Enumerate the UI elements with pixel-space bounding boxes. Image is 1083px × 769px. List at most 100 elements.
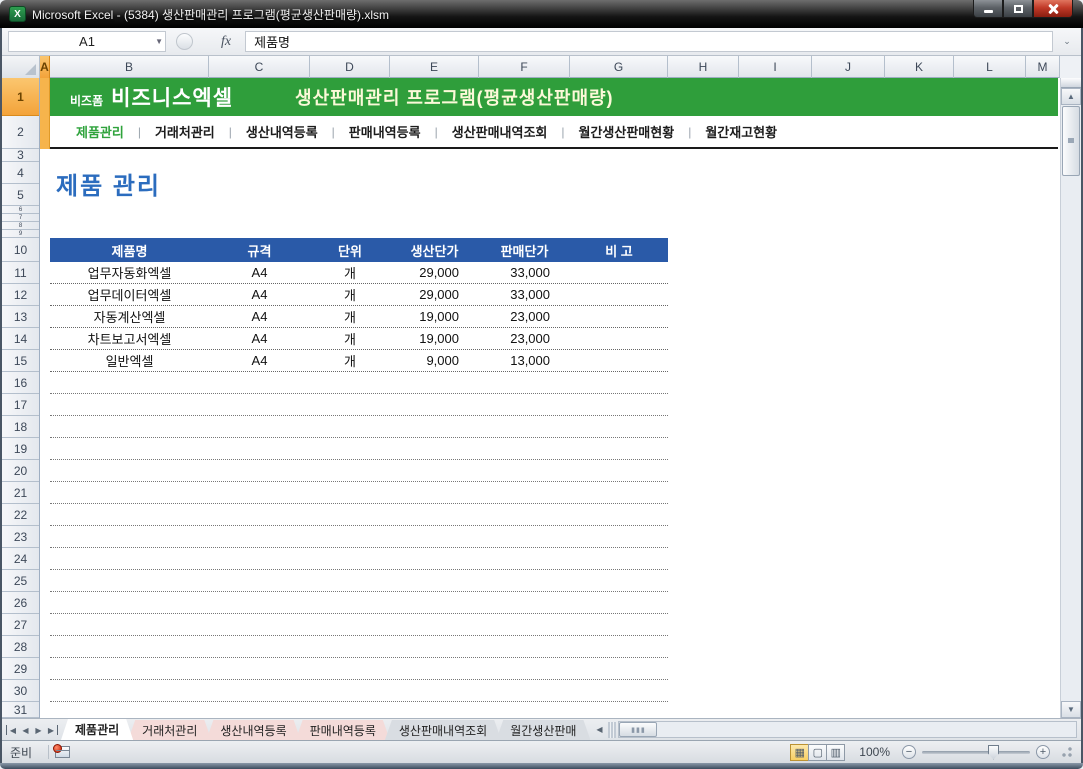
menu-item-3[interactable]: 생산내역등록 xyxy=(232,122,332,141)
table-cell[interactable]: 23,000 xyxy=(479,306,570,327)
table-cell[interactable]: A4 xyxy=(209,262,310,283)
menu-item-7[interactable]: 월간재고현황 xyxy=(691,122,791,141)
minimize-button[interactable] xyxy=(973,0,1003,18)
prev-sheet-icon[interactable]: ◀ xyxy=(19,725,32,735)
row-header-4[interactable]: 4 xyxy=(2,162,39,184)
restore-button[interactable] xyxy=(1003,0,1033,18)
row-header-15[interactable]: 15 xyxy=(2,350,39,372)
table-cell[interactable]: 9,000 xyxy=(390,350,479,371)
table-row-1[interactable]: 업무자동화엑셀A4개29,00033,000 xyxy=(50,262,668,284)
table-cell[interactable]: 33,000 xyxy=(479,284,570,305)
table-cell[interactable]: 일반엑셀 xyxy=(50,350,209,371)
zoom-slider-track[interactable] xyxy=(922,751,1030,754)
worksheet-grid[interactable]: 1234567891011121314151617181920212223242… xyxy=(2,78,1060,718)
menu-item-5[interactable]: 생산판매내역조회 xyxy=(438,122,562,141)
row-header-6[interactable]: 6 xyxy=(2,206,39,214)
table-cell[interactable]: 개 xyxy=(310,328,390,349)
vertical-scrollbar[interactable]: ▲ ▼ xyxy=(1060,78,1081,718)
empty-row[interactable] xyxy=(50,592,668,614)
column-a-accent[interactable] xyxy=(40,78,50,149)
first-sheet-icon[interactable]: ◀ xyxy=(6,725,19,735)
page-break-view-button[interactable]: ▥ xyxy=(826,744,845,761)
empty-row[interactable] xyxy=(50,416,668,438)
last-sheet-icon[interactable]: ▶ xyxy=(45,725,58,735)
column-header-K[interactable]: K xyxy=(885,56,954,78)
column-header-L[interactable]: L xyxy=(954,56,1026,78)
row-header-22[interactable]: 22 xyxy=(2,504,39,526)
name-box[interactable]: A1 ▼ xyxy=(8,31,166,52)
menu-item-2[interactable]: 거래처관리 xyxy=(141,122,229,141)
empty-row[interactable] xyxy=(50,460,668,482)
table-cell[interactable]: 19,000 xyxy=(390,328,479,349)
table-cell[interactable] xyxy=(570,262,668,283)
row-header-31[interactable]: 31 xyxy=(2,702,39,718)
row-header-14[interactable]: 14 xyxy=(2,328,39,350)
column-header-E[interactable]: E xyxy=(390,56,479,78)
formula-input[interactable]: 제품명 xyxy=(245,31,1053,52)
row-header-8[interactable]: 8 xyxy=(2,222,39,230)
column-header-B[interactable]: B xyxy=(50,56,209,78)
empty-row[interactable] xyxy=(50,614,668,636)
normal-view-button[interactable]: ▦ xyxy=(790,744,809,761)
vertical-scroll-thumb[interactable] xyxy=(1062,106,1080,176)
scroll-down-icon[interactable]: ▼ xyxy=(1061,701,1081,718)
row-header-26[interactable]: 26 xyxy=(2,592,39,614)
row-header-5[interactable]: 5 xyxy=(2,184,39,206)
row-header-24[interactable]: 24 xyxy=(2,548,39,570)
row-header-12[interactable]: 12 xyxy=(2,284,39,306)
title-bar[interactable]: X Microsoft Excel - (5384) 생산판매관리 프로그램(평… xyxy=(0,0,1083,28)
row-header-29[interactable]: 29 xyxy=(2,658,39,680)
tab-splitter-handle[interactable] xyxy=(608,722,616,738)
sheet-tab-2[interactable]: 거래처관리 xyxy=(128,720,211,740)
column-header-J[interactable]: J xyxy=(812,56,885,78)
empty-row[interactable] xyxy=(50,548,668,570)
window-resize-grip[interactable] xyxy=(1060,746,1073,759)
row-header-11[interactable]: 11 xyxy=(2,262,39,284)
table-row-3[interactable]: 자동계산엑셀A4개19,00023,000 xyxy=(50,306,668,328)
table-cell[interactable]: 개 xyxy=(310,306,390,327)
table-cell[interactable]: 23,000 xyxy=(479,328,570,349)
column-header-G[interactable]: G xyxy=(570,56,668,78)
empty-row[interactable] xyxy=(50,680,668,702)
table-cell[interactable]: 개 xyxy=(310,284,390,305)
column-header-F[interactable]: F xyxy=(479,56,570,78)
insert-function-icon[interactable]: fx xyxy=(221,34,231,50)
row-header-16[interactable]: 16 xyxy=(2,372,39,394)
menu-item-6[interactable]: 월간생산판매현황 xyxy=(565,122,689,141)
table-cell[interactable] xyxy=(570,328,668,349)
table-row-5[interactable]: 일반엑셀A4개9,00013,000 xyxy=(50,350,668,372)
formula-bar-expand-icon[interactable]: ⌄ xyxy=(1057,31,1077,52)
horizontal-scrollbar[interactable]: ▮▮▮ xyxy=(618,721,1077,738)
row-header-23[interactable]: 23 xyxy=(2,526,39,548)
sheet-tab-1[interactable]: 제품관리 xyxy=(61,719,133,740)
sheet-tab-4[interactable]: 판매내역등록 xyxy=(296,720,390,740)
empty-row[interactable] xyxy=(50,636,668,658)
table-cell[interactable]: 개 xyxy=(310,350,390,371)
name-box-dropdown-icon[interactable]: ▼ xyxy=(155,37,163,46)
table-cell[interactable] xyxy=(570,284,668,305)
tab-scroll-left-icon[interactable]: ◀ xyxy=(592,725,606,734)
zoom-slider-thumb[interactable] xyxy=(988,745,999,760)
table-cell[interactable] xyxy=(570,350,668,371)
column-header-I[interactable]: I xyxy=(739,56,812,78)
row-header-10[interactable]: 10 xyxy=(2,238,39,262)
horizontal-scroll-thumb[interactable]: ▮▮▮ xyxy=(619,722,657,737)
table-cell[interactable]: 업무데이터엑셀 xyxy=(50,284,209,305)
row-header-9[interactable]: 9 xyxy=(2,230,39,238)
table-cell[interactable]: 업무자동화엑셀 xyxy=(50,262,209,283)
row-header-3[interactable]: 3 xyxy=(2,149,39,162)
table-cell[interactable]: 차트보고서엑셀 xyxy=(50,328,209,349)
menu-item-1[interactable]: 제품관리 xyxy=(62,122,138,141)
macro-record-icon[interactable] xyxy=(55,746,70,758)
sheet-tab-3[interactable]: 생산내역등록 xyxy=(206,720,300,740)
column-header-H[interactable]: H xyxy=(668,56,739,78)
empty-row[interactable] xyxy=(50,504,668,526)
table-cell[interactable]: A4 xyxy=(209,284,310,305)
table-cell[interactable]: 자동계산엑셀 xyxy=(50,306,209,327)
row-header-17[interactable]: 17 xyxy=(2,394,39,416)
row-header-25[interactable]: 25 xyxy=(2,570,39,592)
row-header-13[interactable]: 13 xyxy=(2,306,39,328)
empty-row[interactable] xyxy=(50,570,668,592)
split-handle[interactable] xyxy=(1061,78,1081,88)
select-all-corner[interactable] xyxy=(2,56,40,78)
